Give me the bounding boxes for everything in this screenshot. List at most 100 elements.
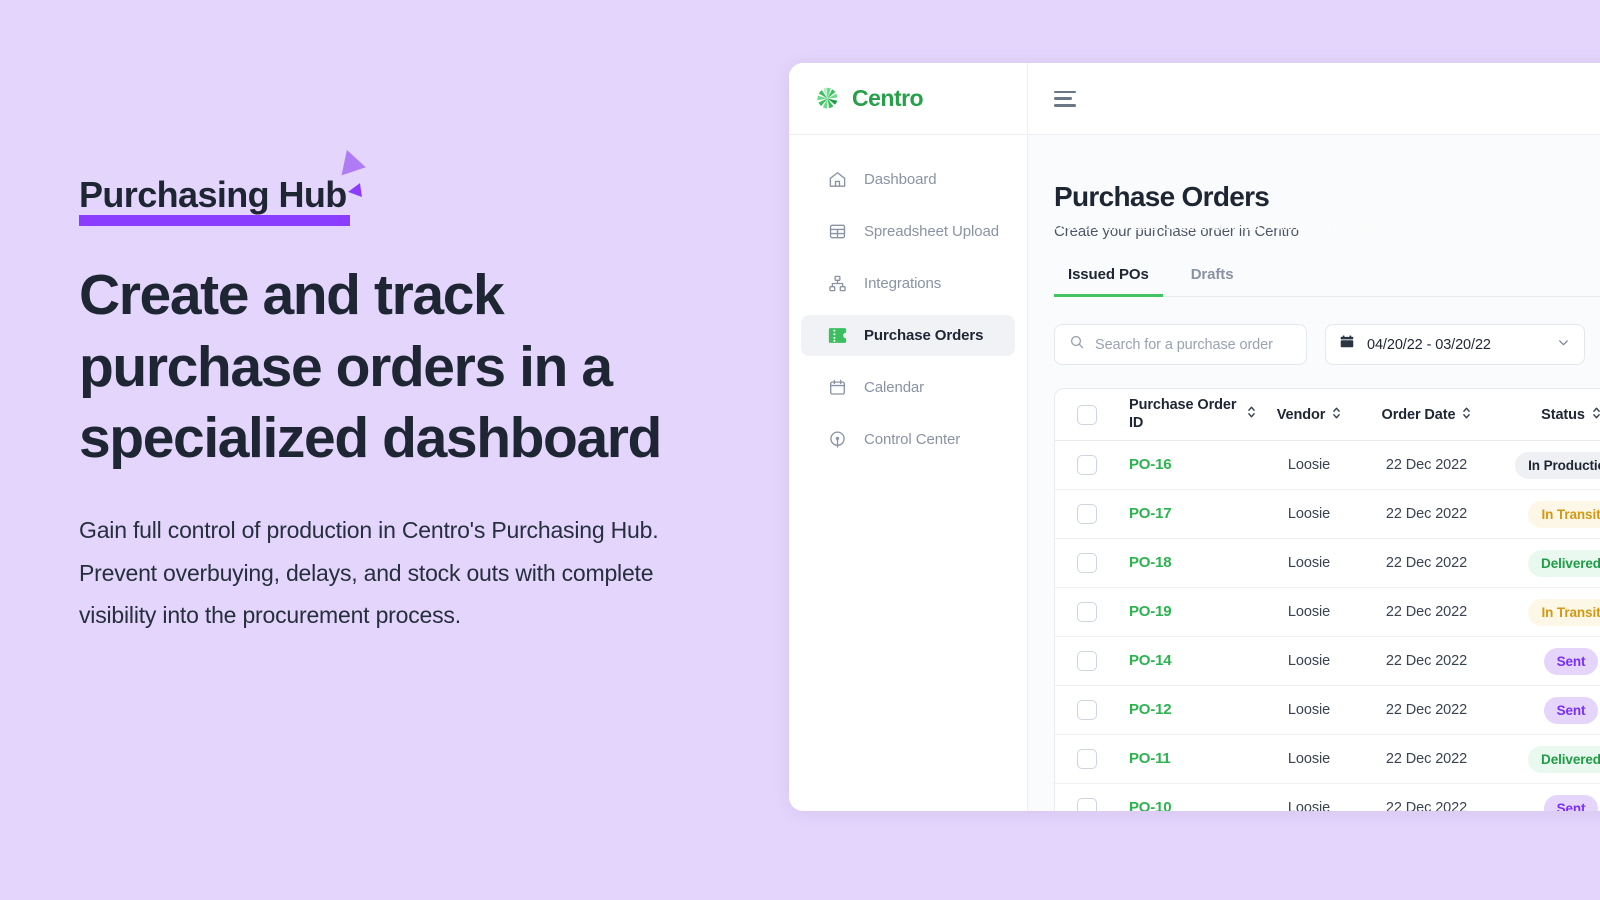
table-row[interactable]: PO-17 Loosie 22 Dec 2022 In Transit: [1055, 490, 1600, 539]
po-id-link[interactable]: PO-11: [1129, 750, 1171, 767]
column-header-order-date[interactable]: Order Date: [1362, 406, 1491, 424]
row-checkbox[interactable]: [1077, 700, 1097, 720]
row-order-date-cell: 22 Dec 2022: [1362, 456, 1491, 474]
row-po-id-cell: PO-18: [1129, 554, 1256, 572]
table-row[interactable]: PO-10 Loosie 22 Dec 2022 Sent: [1055, 784, 1600, 811]
row-order-date-cell: 22 Dec 2022: [1362, 799, 1491, 811]
vendor-value: Loosie: [1287, 702, 1331, 718]
triangle-accent-small-icon: [347, 183, 362, 199]
tab-drafts[interactable]: Drafts: [1177, 266, 1248, 297]
row-checkbox[interactable]: [1077, 455, 1097, 475]
hamburger-menu-icon[interactable]: [1054, 90, 1076, 107]
select-all-checkbox[interactable]: [1077, 404, 1097, 425]
table-row[interactable]: PO-16 Loosie 22 Dec 2022 In Production: [1055, 441, 1600, 490]
row-checkbox[interactable]: [1077, 651, 1097, 671]
search-input[interactable]: [1095, 336, 1292, 353]
search-icon: [1069, 334, 1085, 355]
row-vendor-cell: Loosie: [1256, 652, 1362, 670]
row-status-cell: Sent: [1491, 696, 1600, 724]
select-all-cell: [1077, 404, 1129, 425]
column-header-po-id[interactable]: Purchase Order ID: [1129, 396, 1256, 432]
row-po-id-cell: PO-16: [1129, 456, 1256, 474]
sidebar-item-integrations[interactable]: Integrations: [801, 263, 1015, 304]
row-select-cell: [1077, 553, 1129, 573]
home-icon: [827, 169, 848, 190]
status-badge: Sent: [1543, 647, 1599, 675]
status-badge: In Production: [1515, 451, 1600, 479]
ticket-icon: [827, 325, 848, 346]
sort-icon: [1462, 406, 1471, 424]
order-date-value: 22 Dec 2022: [1385, 604, 1468, 620]
brand[interactable]: Centro: [789, 63, 1027, 135]
quota-banner-text: 5 of 5 Purchase Orders created. Want mor…: [1054, 217, 1353, 234]
row-select-cell: [1077, 455, 1129, 475]
sort-icon: [1247, 405, 1256, 425]
row-checkbox[interactable]: [1077, 798, 1097, 811]
po-id-link[interactable]: PO-10: [1129, 799, 1172, 811]
main-panel: 5 of 5 Purchase Orders created. Want mor…: [1028, 63, 1600, 811]
row-status-cell: In Transit: [1491, 598, 1600, 626]
order-date-value: 22 Dec 2022: [1385, 457, 1468, 473]
row-checkbox[interactable]: [1077, 749, 1097, 769]
sidebar-item-calendar[interactable]: Calendar: [801, 367, 1015, 408]
row-vendor-cell: Loosie: [1256, 750, 1362, 768]
column-header-status[interactable]: Status: [1491, 406, 1600, 424]
row-po-id-cell: PO-19: [1129, 603, 1256, 621]
contact-us-link[interactable]: Contact Us: [1353, 217, 1426, 234]
sidebar-item-purchase-orders[interactable]: Purchase Orders: [801, 315, 1015, 356]
table-grid-icon: [827, 221, 848, 242]
sidebar-item-dashboard[interactable]: Dashboard: [801, 159, 1015, 200]
filter-bar: 04/20/22 - 03/20/22: [1054, 324, 1600, 365]
row-checkbox[interactable]: [1077, 553, 1097, 573]
row-select-cell: [1077, 602, 1129, 622]
calendar-icon: [1339, 334, 1355, 355]
sort-icon: [1592, 406, 1600, 424]
sidebar-item-label: Purchase Orders: [864, 327, 984, 344]
order-date-value: 22 Dec 2022: [1385, 702, 1468, 718]
po-id-link[interactable]: PO-16: [1129, 456, 1172, 473]
row-select-cell: [1077, 798, 1129, 811]
status-badge: Sent: [1543, 794, 1599, 811]
row-checkbox[interactable]: [1077, 602, 1097, 622]
sidebar-item-control-center[interactable]: Control Center: [801, 419, 1015, 460]
row-order-date-cell: 22 Dec 2022: [1362, 750, 1491, 768]
sidebar-item-label: Dashboard: [864, 171, 937, 188]
po-id-link[interactable]: PO-17: [1129, 505, 1172, 522]
row-po-id-cell: PO-14: [1129, 652, 1256, 670]
quota-banner: 5 of 5 Purchase Orders created. Want mor…: [1054, 217, 1426, 234]
row-vendor-cell: Loosie: [1256, 799, 1362, 811]
table-row[interactable]: PO-18 Loosie 22 Dec 2022 Delivered: [1055, 539, 1600, 588]
sidebar-item-label: Control Center: [864, 431, 961, 448]
sidebar-item-spreadsheet-upload[interactable]: Spreadsheet Upload: [801, 211, 1015, 252]
order-date-value: 22 Dec 2022: [1385, 555, 1468, 571]
row-vendor-cell: Loosie: [1256, 554, 1362, 572]
row-status-cell: Sent: [1491, 794, 1600, 811]
po-id-link[interactable]: PO-14: [1129, 652, 1172, 669]
po-id-link[interactable]: PO-19: [1129, 603, 1172, 620]
po-id-link[interactable]: PO-18: [1129, 554, 1172, 571]
search-box[interactable]: [1054, 324, 1307, 365]
column-header-vendor[interactable]: Vendor: [1256, 406, 1362, 424]
order-date-value: 22 Dec 2022: [1385, 653, 1468, 669]
table-row[interactable]: PO-11 Loosie 22 Dec 2022 Delivered: [1055, 735, 1600, 784]
sitemap-icon: [827, 273, 848, 294]
po-id-link[interactable]: PO-12: [1129, 701, 1172, 718]
row-vendor-cell: Loosie: [1256, 505, 1362, 523]
order-date-value: 22 Dec 2022: [1385, 751, 1468, 767]
row-order-date-cell: 22 Dec 2022: [1362, 505, 1491, 523]
row-vendor-cell: Loosie: [1256, 456, 1362, 474]
date-range-picker[interactable]: 04/20/22 - 03/20/22: [1325, 324, 1585, 365]
row-checkbox[interactable]: [1077, 504, 1097, 524]
table-row[interactable]: PO-19 Loosie 22 Dec 2022 In Transit: [1055, 588, 1600, 637]
status-badge: Sent: [1543, 696, 1599, 724]
status-badge: In Transit: [1528, 598, 1600, 626]
vendor-value: Loosie: [1287, 506, 1331, 522]
row-select-cell: [1077, 651, 1129, 671]
row-po-id-cell: PO-12: [1129, 701, 1256, 719]
tab-issued-pos[interactable]: Issued POs: [1054, 266, 1163, 297]
column-header-label: Purchase Order ID: [1129, 397, 1237, 431]
column-header-label: Status: [1541, 406, 1585, 423]
table-row[interactable]: PO-14 Loosie 22 Dec 2022 Sent: [1055, 637, 1600, 686]
sidebar-item-label: Calendar: [864, 379, 925, 396]
table-row[interactable]: PO-12 Loosie 22 Dec 2022 Sent: [1055, 686, 1600, 735]
